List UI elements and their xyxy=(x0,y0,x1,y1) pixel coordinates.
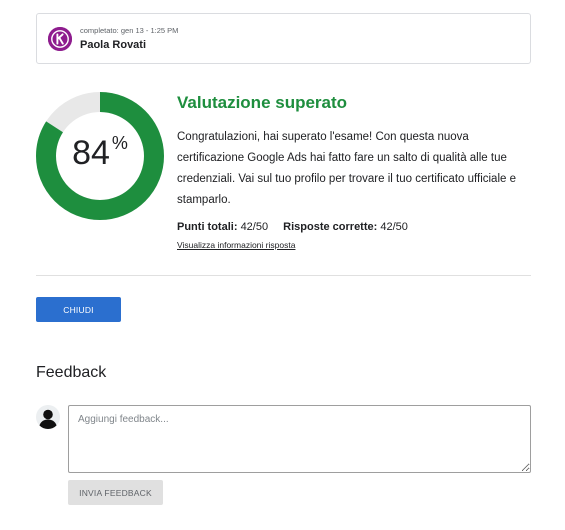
score-unit: % xyxy=(111,133,128,153)
score-number: 84 xyxy=(72,134,110,172)
total-points-label: Punti totali: xyxy=(177,221,238,233)
view-answer-details-link[interactable]: Visualizza informazioni risposta xyxy=(177,240,295,250)
feedback-input[interactable] xyxy=(68,405,531,473)
user-avatar-icon xyxy=(36,405,60,429)
result-title: Valutazione superato xyxy=(177,93,348,112)
completed-timestamp: completato: gen 13 - 1:25 PM xyxy=(80,26,179,35)
submitter-name: Paola Rovati xyxy=(80,39,147,51)
correct-answers-value: 42/50 xyxy=(380,221,408,233)
close-button[interactable]: CHIUDI xyxy=(36,297,121,322)
divider xyxy=(36,275,531,276)
total-points-value: 42/50 xyxy=(240,221,269,233)
result-message: Congratulazioni, hai superato l'esame! C… xyxy=(177,131,516,206)
score-stats: Punti totali: 42/50 Risposte corrette: 4… xyxy=(177,221,408,233)
k-logo-icon xyxy=(48,27,72,51)
submitter-card: completato: gen 13 - 1:25 PM Paola Rovat… xyxy=(36,13,531,64)
score-value: 84% xyxy=(36,133,164,172)
score-ring: 84% xyxy=(36,92,164,220)
submit-feedback-button[interactable]: INVIA FEEDBACK xyxy=(68,480,163,505)
correct-answers-label: Risposte corrette: xyxy=(283,221,378,233)
feedback-heading: Feedback xyxy=(36,364,107,381)
